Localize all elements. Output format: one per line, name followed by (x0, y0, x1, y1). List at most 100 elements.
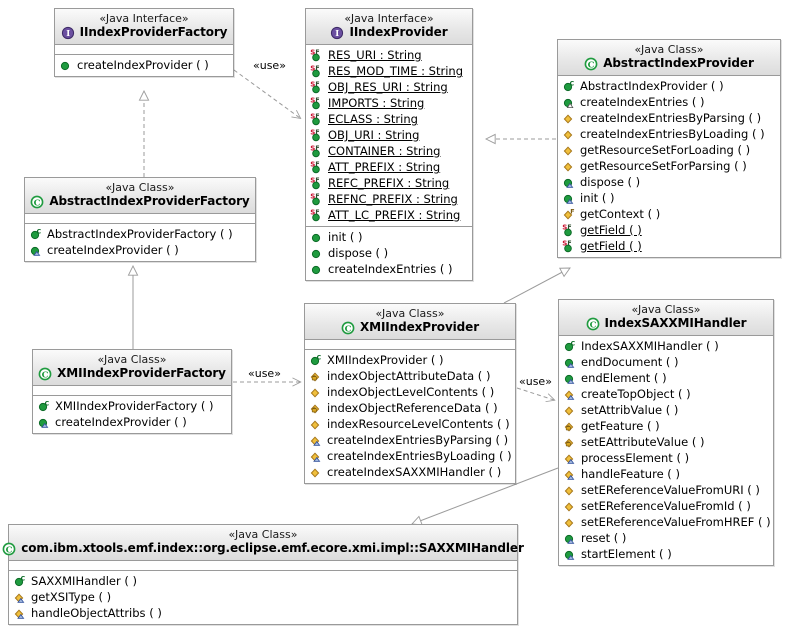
attribute-row[interactable]: S F RES_URI : String (306, 47, 472, 63)
attribute-label: OBJ_URI : String (328, 128, 420, 142)
operation-compartment-indexsaxxmihandler: C IndexSAXXMIHandler ( ) endDocument ( ) en… (559, 336, 773, 565)
operation-row[interactable]: C AbstractIndexProvider ( ) (558, 78, 780, 94)
protected-override-method-icon (13, 606, 28, 620)
class-box-iindexproviderfactory[interactable]: «Java Interface» I IIndexProviderFactory cr… (54, 8, 234, 77)
attribute-row[interactable]: S F ATT_LC_PREFIX : String (306, 207, 472, 223)
operation-row[interactable]: handleFeature ( ) (559, 466, 773, 482)
operation-row[interactable]: createIndexEntriesByParsing ( ) (558, 110, 780, 126)
operation-row[interactable]: setEReferenceValueFromId ( ) (559, 498, 773, 514)
attribute-row[interactable]: S F REFNC_PREFIX : String (306, 191, 472, 207)
operation-row[interactable]: createIndexEntriesByLoading ( ) (558, 126, 780, 142)
protected-override-method-icon (13, 590, 28, 604)
operation-row[interactable]: C AbstractIndexProviderFactory ( ) (25, 226, 255, 242)
stereotype-label: «Java Class» (634, 43, 704, 56)
package-method-icon (563, 435, 578, 449)
operation-row[interactable]: endDocument ( ) (559, 354, 773, 370)
svg-text:C: C (571, 340, 576, 347)
operation-row[interactable]: setEReferenceValueFromURI ( ) (559, 482, 773, 498)
operation-compartment-xmiindexprovider: C XMIIndexProvider ( ) indexObjectAttribut… (305, 350, 515, 483)
public-method-icon (310, 230, 325, 244)
operation-row[interactable]: S FgetField ( ) (558, 238, 780, 254)
package-method-icon (563, 419, 578, 433)
attribute-row[interactable]: S F OBJ_RES_URI : String (306, 79, 472, 95)
public-override-method-icon (563, 531, 578, 545)
operation-row[interactable]: setAttribValue ( ) (559, 402, 773, 418)
protected-method-icon (562, 127, 577, 141)
stereotype-label: «Java Class» (228, 528, 298, 541)
class-box-indexsaxxmihandler[interactable]: «Java Class» C IndexSAXXMIHandler C IndexSAX… (558, 299, 774, 566)
operation-label: getFeature ( ) (581, 419, 660, 433)
class-box-abstractindexproviderfactory[interactable]: «Java Class» C AbstractIndexProviderFactor… (24, 177, 256, 262)
attribute-row[interactable]: S F OBJ_URI : String (306, 127, 472, 143)
svg-text:C: C (345, 324, 352, 334)
operation-label: getField ( ) (580, 223, 642, 237)
operation-row[interactable]: init ( ) (558, 190, 780, 206)
operation-row[interactable]: C XMIIndexProvider ( ) (305, 352, 515, 368)
operation-row[interactable]: S FgetField ( ) (558, 222, 780, 238)
class-box-iindexprovider[interactable]: «Java Interface» I IIndexProvider S F RES_URI… (305, 8, 473, 281)
operation-row[interactable]: endElement ( ) (559, 370, 773, 386)
class-header-indexsaxxmihandler: «Java Class» C IndexSAXXMIHandler (559, 300, 773, 336)
operation-row[interactable]: createIndexSAXXMIHandler ( ) (305, 464, 515, 480)
class-box-xmiindexprovider[interactable]: «Java Class» C XMIIndexProvider C XMIIndexPr… (304, 303, 516, 484)
operation-row[interactable]: indexObjectLevelContents ( ) (305, 384, 515, 400)
operation-row[interactable]: setEReferenceValueFromHREF ( ) (559, 514, 773, 530)
operation-label: createIndexProvider ( ) (77, 58, 209, 72)
operation-label: getContext ( ) (580, 207, 661, 221)
operation-row[interactable]: C XMIIndexProviderFactory ( ) (33, 398, 231, 414)
operation-row[interactable]: handleObjectAttribs ( ) (9, 605, 517, 621)
svg-text:F: F (315, 209, 319, 216)
operation-row[interactable]: dispose ( ) (558, 174, 780, 190)
operation-row[interactable]: FgetContext ( ) (558, 206, 780, 222)
operation-row[interactable]: createIndexProvider ( ) (33, 414, 231, 430)
operation-compartment-abstractindexproviderfactory: C AbstractIndexProviderFactory ( ) createI… (25, 224, 255, 261)
class-box-saxxmihandler[interactable]: «Java Class» Ccom.ibm.xtools.emf.index::o… (2, 524, 524, 625)
attribute-compartment-iindexprovider: S F RES_URI : String S F RES_MOD_TIME : Strin… (306, 45, 472, 227)
operation-row[interactable]: createIndexEntries ( ) (558, 94, 780, 110)
public-constructor-icon: C (562, 79, 577, 93)
operation-row[interactable]: createTopObject ( ) (559, 386, 773, 402)
operation-row[interactable]: createIndexProvider ( ) (55, 57, 233, 73)
protected-method-icon (309, 385, 324, 399)
operation-row[interactable]: C SAXXMIHandler ( ) (9, 573, 517, 589)
operation-row[interactable]: processElement ( ) (559, 450, 773, 466)
operation-row[interactable]: init ( ) (306, 229, 472, 245)
public-override-method-icon (563, 371, 578, 385)
attribute-row[interactable]: S F ATT_PREFIX : String (306, 159, 472, 175)
attribute-label: REFC_PREFIX : String (328, 176, 450, 190)
attribute-row[interactable]: S F REFC_PREFIX : String (306, 175, 472, 191)
operation-row[interactable]: createIndexEntriesByLoading ( ) (305, 448, 515, 464)
operation-row[interactable]: indexObjectReferenceData ( ) (305, 400, 515, 416)
operation-row[interactable]: reset ( ) (559, 530, 773, 546)
operation-row[interactable]: createIndexProvider ( ) (25, 242, 255, 258)
attribute-row[interactable]: S F IMPORTS : String (306, 95, 472, 111)
attribute-row[interactable]: S F RES_MOD_TIME : String (306, 63, 472, 79)
class-box-abstractindexprovider[interactable]: «Java Class» C AbstractIndexProvider C Abstr… (557, 39, 781, 258)
class-title-line: I IIndexProvider (310, 25, 468, 40)
operation-row[interactable]: getResourceSetForParsing ( ) (558, 158, 780, 174)
operation-row[interactable]: createIndexEntries ( ) (306, 261, 472, 277)
operation-row[interactable]: getXSIType ( ) (9, 589, 517, 605)
operation-row[interactable]: setEAttributeValue ( ) (559, 434, 773, 450)
attribute-row[interactable]: S F CONTAINER : String (306, 143, 472, 159)
class-header-iindexprovider: «Java Interface» I IIndexProvider (306, 9, 472, 45)
class-header-iindexproviderfactory: «Java Interface» I IIndexProviderFactory (55, 9, 233, 45)
attribute-row[interactable]: S F ECLASS : String (306, 111, 472, 127)
operation-row[interactable]: indexResourceLevelContents ( ) (305, 416, 515, 432)
operation-row[interactable]: dispose ( ) (306, 245, 472, 261)
operation-row[interactable]: getFeature ( ) (559, 418, 773, 434)
static-final-field-icon: SF (310, 176, 325, 190)
attribute-label: OBJ_RES_URI : String (328, 80, 448, 94)
operation-label: indexObjectLevelContents ( ) (327, 385, 495, 399)
operation-row[interactable]: getResourceSetForLoading ( ) (558, 142, 780, 158)
public-abstract-method-icon (562, 95, 577, 109)
operation-compartment-saxxmihandler: C SAXXMIHandler ( ) getXSIType ( ) handleOb… (9, 571, 517, 624)
operation-row[interactable]: startElement ( ) (559, 546, 773, 562)
operation-row[interactable]: C IndexSAXXMIHandler ( ) (559, 338, 773, 354)
interface-icon: I (61, 26, 76, 40)
class-box-xmiindexproviderfactory[interactable]: «Java Class» C XMIIndexProviderFactory C XMI… (32, 349, 232, 434)
package-method-icon (309, 401, 324, 415)
operation-row[interactable]: createIndexEntriesByParsing ( ) (305, 432, 515, 448)
operation-label: XMIIndexProvider ( ) (327, 353, 444, 367)
operation-row[interactable]: indexObjectAttributeData ( ) (305, 368, 515, 384)
